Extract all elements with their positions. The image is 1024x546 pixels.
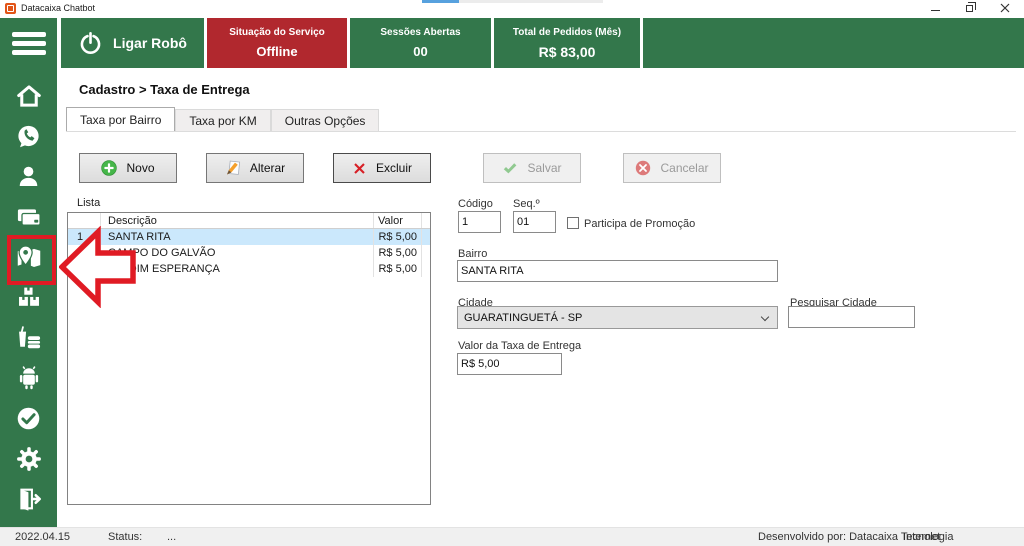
bairro-field[interactable]: [457, 260, 778, 282]
open-sessions-panel: Sessões Abertas 00: [350, 18, 491, 68]
salvar-button[interactable]: Salvar: [483, 153, 581, 183]
table-row[interactable]: 3 JARDIM ESPERANÇA R$ 5,00: [68, 261, 430, 277]
sidebar-item-home[interactable]: [0, 79, 57, 113]
window-title: Datacaixa Chatbot: [21, 3, 95, 13]
col-row-number: [68, 213, 101, 228]
chevron-down-icon: [761, 313, 769, 321]
col-valor[interactable]: Valor: [374, 213, 422, 228]
datacaixa-chatbot-window: Datacaixa Chatbot Ligar Robô Situação do…: [0, 0, 1024, 546]
app-icon: [5, 3, 16, 14]
user-icon: [15, 163, 42, 190]
bairro-label: Bairro: [458, 248, 487, 260]
ligar-robo-button[interactable]: Ligar Robô: [61, 18, 204, 68]
map-pin-icon: [14, 242, 44, 272]
restore-button[interactable]: [956, 0, 982, 16]
pesquisar-cidade-field[interactable]: [788, 306, 915, 328]
sidebar-item-credit-cards[interactable]: [0, 200, 57, 234]
check-circle-icon: [15, 405, 42, 432]
credit-cards-icon: [15, 203, 43, 231]
col-descricao[interactable]: Descrição: [101, 213, 374, 228]
novo-label: Novo: [126, 161, 154, 175]
tab-outras-opcoes[interactable]: Outras Opções: [271, 109, 380, 131]
close-icon: [1000, 3, 1010, 13]
restore-icon: [966, 5, 973, 12]
sidebar-item-map-delivery-areas[interactable]: [0, 240, 57, 274]
alterar-button[interactable]: Alterar: [206, 153, 304, 183]
cidade-selected-value: GUARATINGUETÁ - SP: [464, 312, 582, 324]
codigo-label: Código: [458, 198, 493, 210]
whatsapp-icon: [15, 123, 42, 150]
participa-promocao-label: Participa de Promoção: [584, 218, 695, 230]
table-header: Descrição Valor: [68, 213, 430, 229]
save-check-icon: [502, 160, 518, 176]
scrollbar-thumb[interactable]: [422, 0, 459, 3]
hamburger-icon: [12, 32, 46, 37]
ligar-robo-label: Ligar Robô: [113, 35, 187, 51]
status-value: ...: [167, 531, 176, 543]
tab-taxa-por-bairro[interactable]: Taxa por Bairro: [66, 107, 175, 131]
sidebar-item-approvals[interactable]: [0, 401, 57, 435]
lista-label: Lista: [77, 197, 100, 209]
novo-button[interactable]: Novo: [79, 153, 177, 183]
valor-taxa-label: Valor da Taxa de Entrega: [458, 340, 581, 352]
valor-taxa-field[interactable]: [457, 353, 562, 375]
taxa-list-table: Descrição Valor 1 SANTA RITA R$ 5,00 2 C…: [67, 212, 431, 505]
cancel-circle-icon: [635, 160, 651, 176]
sidebar-item-settings[interactable]: [0, 442, 57, 476]
status-date: 2022.04.15: [15, 531, 70, 543]
total-orders-panel: Total de Pedidos (Mês) R$ 83,00: [494, 18, 640, 68]
excluir-button[interactable]: Excluir: [333, 153, 431, 183]
packages-icon: [15, 283, 43, 311]
breadcrumb: Cadastro > Taxa de Entrega: [79, 82, 250, 97]
tab-taxa-por-km[interactable]: Taxa por KM: [175, 109, 270, 131]
home-icon: [15, 82, 43, 110]
titlebar: Datacaixa Chatbot: [0, 0, 1024, 18]
open-sessions-label: Sessões Abertas: [380, 27, 460, 38]
service-status-panel: Situação do Serviço Offline: [207, 18, 347, 68]
open-sessions-value: 00: [413, 44, 427, 59]
edit-pencil-icon: [225, 160, 241, 176]
codigo-field[interactable]: [458, 211, 501, 233]
cidade-dropdown[interactable]: GUARATINGUETÁ - SP: [457, 306, 778, 329]
seq-field[interactable]: [513, 211, 556, 233]
excluir-label: Excluir: [376, 161, 412, 175]
salvar-label: Salvar: [527, 161, 561, 175]
cancelar-label: Cancelar: [660, 161, 708, 175]
sidebar-item-products[interactable]: [0, 280, 57, 314]
seq-label: Seq.º: [513, 198, 540, 210]
main-content: Cadastro > Taxa de Entrega Taxa por Bair…: [57, 68, 1024, 527]
minimize-icon: [931, 10, 940, 11]
participa-promocao-checkbox[interactable]: [567, 217, 579, 229]
food-drink-icon: [15, 324, 43, 352]
service-status-value: Offline: [256, 44, 297, 59]
table-row[interactable]: 1 SANTA RITA R$ 5,00: [68, 229, 430, 245]
statusbar: 2022.04.15 Status: ... Desenvolvido por:…: [0, 527, 1024, 546]
connection-status: Internet: [903, 531, 940, 543]
android-icon: [15, 364, 43, 392]
header-filler: [643, 18, 1024, 68]
gear-icon: [15, 445, 43, 473]
sidebar-item-food-menu[interactable]: [0, 321, 57, 355]
sidebar-item-users[interactable]: [0, 160, 57, 194]
status-label: Status:: [108, 531, 142, 543]
exit-door-icon: [15, 485, 43, 513]
tab-strip: Taxa por Bairro Taxa por KM Outras Opçõe…: [66, 107, 379, 131]
menu-button[interactable]: [0, 18, 57, 68]
total-orders-value: R$ 83,00: [539, 44, 596, 60]
alterar-label: Alterar: [250, 161, 285, 175]
table-row[interactable]: 2 CAMPO DO GALVÃO R$ 5,00: [68, 245, 430, 261]
minimize-button[interactable]: [922, 0, 948, 16]
service-status-label: Situação do Serviço: [229, 27, 325, 38]
power-icon: [78, 31, 103, 56]
add-icon: [101, 160, 117, 176]
close-button[interactable]: [992, 0, 1018, 16]
sidebar-item-whatsapp[interactable]: [0, 119, 57, 153]
scrollbar-track[interactable]: [422, 0, 603, 3]
cancelar-button[interactable]: Cancelar: [623, 153, 721, 183]
delete-x-icon: [352, 161, 367, 176]
total-orders-label: Total de Pedidos (Mês): [513, 27, 621, 38]
sidebar-item-exit[interactable]: [0, 482, 57, 516]
sidebar-item-android[interactable]: [0, 361, 57, 395]
sidebar: [0, 68, 57, 527]
